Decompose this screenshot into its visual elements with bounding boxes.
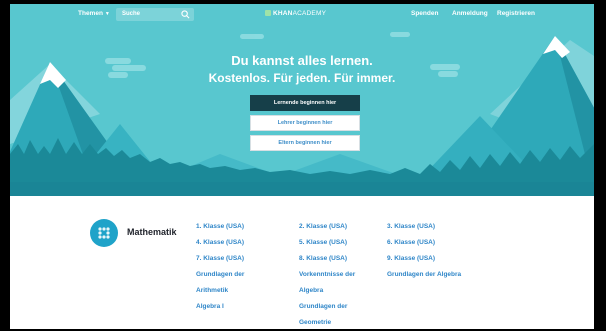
link-grade-5[interactable]: 5. Klasse (USA) <box>299 239 347 246</box>
link-geometry-line1[interactable]: Grundlagen der <box>299 303 347 310</box>
link-grade-6[interactable]: 6. Klasse (USA) <box>387 239 435 246</box>
top-navigation: Themen ▼ Suche KHANACADEMY Spenden Anmeld… <box>10 4 594 28</box>
link-arithmetic-line1[interactable]: Grundlagen der <box>196 271 244 278</box>
link-grade-9[interactable]: 9. Klasse (USA) <box>387 255 435 262</box>
khan-leaf-icon <box>265 10 271 16</box>
screenshot-frame: Themen ▼ Suche KHANACADEMY Spenden Anmeld… <box>0 0 606 331</box>
link-grade-8[interactable]: 8. Klasse (USA) <box>299 255 347 262</box>
link-grade-1[interactable]: 1. Klasse (USA) <box>196 223 244 230</box>
registrieren-link[interactable]: Registrieren <box>497 10 535 17</box>
link-algebra-1[interactable]: Algebra I <box>196 303 224 310</box>
browser-viewport: Themen ▼ Suche KHANACADEMY Spenden Anmeld… <box>10 4 594 329</box>
themen-label: Themen <box>78 10 103 17</box>
spenden-link[interactable]: Spenden <box>411 10 438 17</box>
link-prealgebra-line1[interactable]: Vorkenntnisse der <box>299 271 355 278</box>
subject-title[interactable]: Mathematik <box>127 227 177 237</box>
search-icon[interactable] <box>181 10 190 19</box>
search-input[interactable]: Suche <box>116 8 194 21</box>
chevron-down-icon: ▼ <box>104 11 110 17</box>
hero-headline-line2: Kostenlos. Für jeden. Für immer. <box>208 71 396 85</box>
search-placeholder: Suche <box>122 11 141 17</box>
themen-menu[interactable]: Themen ▼ <box>78 10 110 17</box>
hero-headline-line1: Du kannst alles lernen. <box>231 53 373 68</box>
link-prealgebra-line2[interactable]: Algebra <box>299 287 323 294</box>
link-grade-7[interactable]: 7. Klasse (USA) <box>196 255 244 262</box>
logo-rest-text: ACADEMY <box>292 10 327 17</box>
teacher-start-button[interactable]: Lehrer beginnen hier <box>250 115 360 131</box>
parent-start-button[interactable]: Eltern beginnen hier <box>250 135 360 151</box>
logo-bold-text: KHAN <box>273 10 293 17</box>
math-dots-icon[interactable] <box>90 219 118 247</box>
anmeldung-link[interactable]: Anmeldung <box>452 10 488 17</box>
link-arithmetic-line2[interactable]: Arithmetik <box>196 287 228 294</box>
learner-start-button[interactable]: Lernende beginnen hier <box>250 95 360 111</box>
hero-banner: Themen ▼ Suche KHANACADEMY Spenden Anmeld… <box>10 4 594 196</box>
link-geometry-line2[interactable]: Geometrie <box>299 319 331 326</box>
link-algebra-basics[interactable]: Grundlagen der Algebra <box>387 271 461 278</box>
link-grade-2[interactable]: 2. Klasse (USA) <box>299 223 347 230</box>
link-grade-3[interactable]: 3. Klasse (USA) <box>387 223 435 230</box>
khan-academy-logo[interactable]: KHANACADEMY <box>265 10 326 17</box>
link-grade-4[interactable]: 4. Klasse (USA) <box>196 239 244 246</box>
